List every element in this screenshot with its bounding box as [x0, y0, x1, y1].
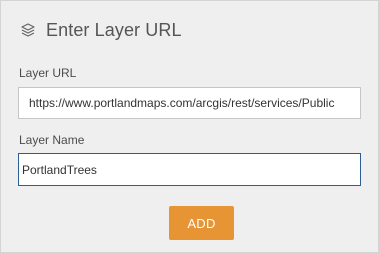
- add-button[interactable]: ADD: [169, 206, 234, 240]
- panel-header: Enter Layer URL: [19, 18, 182, 42]
- layers-icon: [19, 21, 37, 39]
- enter-layer-url-panel: Enter Layer URL Layer URL Layer Name ADD: [0, 0, 379, 253]
- layer-name-label: Layer Name: [19, 133, 85, 147]
- panel-title: Enter Layer URL: [46, 19, 182, 40]
- layer-name-input[interactable]: [18, 153, 361, 186]
- layer-url-input[interactable]: [18, 87, 361, 119]
- layer-url-label: Layer URL: [19, 66, 77, 80]
